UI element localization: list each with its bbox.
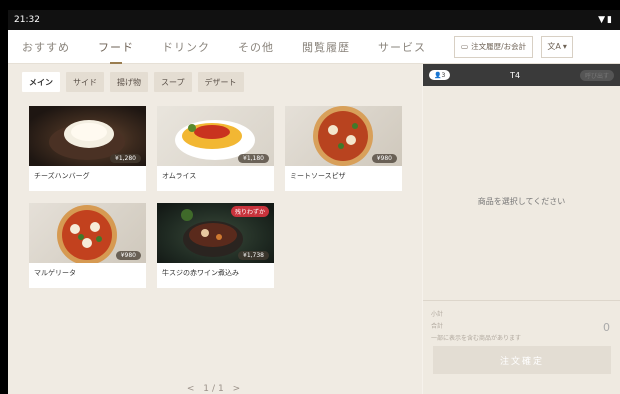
tab-service[interactable]: サービス xyxy=(364,30,440,64)
menu-item-card[interactable]: ¥980 ミートソースピザ xyxy=(285,106,402,191)
subtab-dessert[interactable]: デザート xyxy=(197,72,244,92)
status-bar: 21:32 ▼▮ xyxy=(8,10,620,30)
order-history-label: 注文履歴/お会計 xyxy=(471,42,527,51)
translate-icon: 文A xyxy=(547,42,561,51)
call-staff-button[interactable]: 呼び出す xyxy=(579,69,614,81)
item-name: チーズハンバーグ xyxy=(34,172,90,180)
food-image: 残りわずか ¥1,738 xyxy=(157,203,274,263)
menu-item-card[interactable]: 残りわずか ¥1,738 牛スジの赤ワイン煮込み xyxy=(157,203,274,288)
menu-item-card[interactable]: ¥1,280 チーズハンバーグ xyxy=(29,106,146,191)
pagination: < 1/1 > xyxy=(8,384,422,394)
price-badge: ¥980 xyxy=(371,154,397,163)
menu-pane: メイン サイド 揚げ物 スープ デザート ¥1,280 チーズハンバーグ ¥1,… xyxy=(8,64,422,394)
prev-page-button[interactable]: < xyxy=(187,384,198,394)
menu-item-card[interactable]: ¥1,180 オムライス xyxy=(157,106,274,191)
price-badge: ¥1,738 xyxy=(238,251,269,260)
tab-food[interactable]: フード xyxy=(84,30,148,64)
tab-drink[interactable]: ドリンク xyxy=(148,30,224,64)
top-nav: おすすめ フード ドリンク その他 閲覧履歴 サービス ▭ 注文履歴/お会計 文… xyxy=(8,30,620,64)
subtotal-label: 小計 xyxy=(431,311,444,318)
low-stock-badge: 残りわずか xyxy=(230,206,269,217)
tab-other[interactable]: その他 xyxy=(224,30,288,64)
person-icon: 👤 xyxy=(434,71,442,79)
language-button[interactable]: 文A ▾ xyxy=(541,35,574,58)
food-image: ¥1,280 xyxy=(29,106,146,166)
wifi-battery-icon: ▼▮ xyxy=(598,15,614,25)
item-name: 牛スジの赤ワイン煮込み xyxy=(162,269,239,277)
receipt-icon: ▭ xyxy=(461,42,469,51)
subtab-fried[interactable]: 揚げ物 xyxy=(110,72,148,92)
menu-item-card[interactable]: ¥980 マルゲリータ xyxy=(29,203,146,288)
food-image: ¥980 xyxy=(29,203,146,263)
item-name: オムライス xyxy=(162,172,197,180)
price-badge: ¥980 xyxy=(115,251,141,260)
category-subtabs: メイン サイド 揚げ物 スープ デザート xyxy=(22,72,244,92)
price-badge: ¥1,180 xyxy=(238,154,269,163)
clock: 21:32 xyxy=(14,15,40,25)
tax-note: 一部に表示を含む商品があります xyxy=(431,335,522,342)
subtab-main[interactable]: メイン xyxy=(22,72,60,92)
total-label: 合計 xyxy=(431,323,444,330)
next-page-button[interactable]: > xyxy=(233,384,244,394)
page-indicator: 1/1 xyxy=(203,384,227,394)
item-name: ミートソースピザ xyxy=(290,172,346,180)
subtab-soup[interactable]: スープ xyxy=(154,72,192,92)
food-image: ¥1,180 xyxy=(157,106,274,166)
guest-count: 3 xyxy=(441,71,446,79)
confirm-order-button[interactable]: 注文確定 xyxy=(433,346,611,374)
tab-recommended[interactable]: おすすめ xyxy=(8,30,84,64)
empty-cart-message: 商品を選択してください xyxy=(477,197,566,206)
table-number: T4 xyxy=(510,70,521,80)
guest-count-badge[interactable]: 👤 3 xyxy=(429,70,451,80)
price-badge: ¥1,280 xyxy=(110,154,141,163)
total-value: 0 xyxy=(603,321,610,334)
cart-header: 👤 3 T4 呼び出す xyxy=(423,64,620,86)
chevron-down-icon: ▾ xyxy=(562,42,567,51)
food-image: ¥980 xyxy=(285,106,402,166)
subtab-side[interactable]: サイド xyxy=(66,72,104,92)
tab-browsing-history[interactable]: 閲覧履歴 xyxy=(288,30,364,64)
order-history-button[interactable]: ▭ 注文履歴/お会計 xyxy=(454,35,534,58)
cart-pane: 👤 3 T4 呼び出す 商品を選択してください 小計 合計 一部に表示を含む商品が… xyxy=(423,64,620,394)
item-name: マルゲリータ xyxy=(34,269,76,277)
